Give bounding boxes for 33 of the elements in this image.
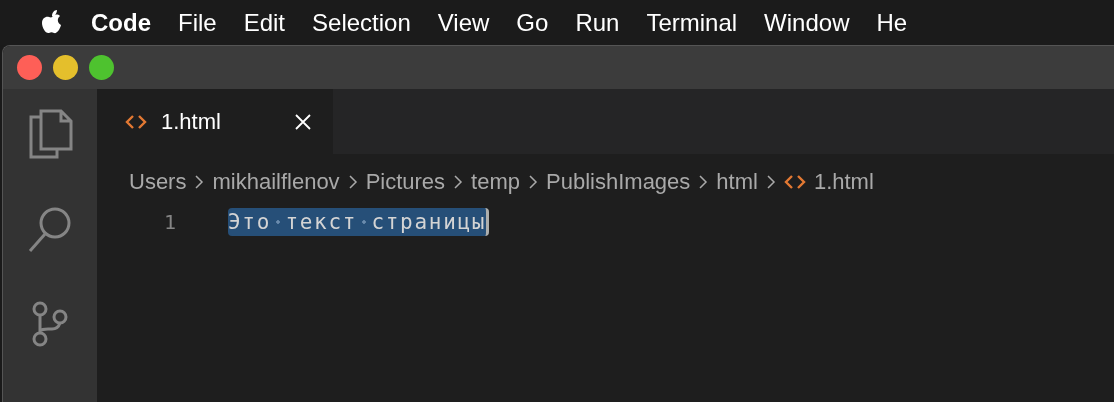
menu-item[interactable]: Terminal — [646, 8, 738, 37]
line-number: 1 — [162, 210, 176, 234]
minimize-window-button[interactable] — [53, 55, 78, 80]
menu-item[interactable]: View — [437, 8, 490, 37]
menu-item[interactable]: Selection — [312, 8, 411, 37]
breadcrumb-item[interactable]: html — [716, 169, 758, 195]
menu-item[interactable]: He — [876, 8, 908, 37]
breadcrumb-item[interactable]: mikhailflenov — [212, 169, 340, 195]
menu-item[interactable]: Run — [575, 8, 620, 37]
zoom-window-button[interactable] — [89, 55, 114, 80]
editor-tab[interactable]: 1.html — [97, 89, 333, 154]
chevron-icon — [194, 174, 205, 190]
breadcrumb-item[interactable]: temp — [471, 169, 521, 195]
chevron-icon — [347, 174, 358, 190]
code-brackets-icon — [125, 113, 147, 130]
breadcrumb-item[interactable]: Users — [129, 169, 187, 195]
menu-item[interactable]: Window — [764, 8, 850, 37]
chevron-icon — [528, 174, 539, 190]
search-icon[interactable] — [27, 205, 73, 255]
menu-item[interactable]: Go — [516, 8, 549, 37]
chevron-icon — [698, 174, 709, 190]
breadcrumb-item[interactable]: 1.html — [813, 169, 874, 195]
chevron-icon — [453, 174, 464, 190]
breadcrumb-item[interactable]: Pictures — [365, 169, 446, 195]
branch-icon[interactable] — [30, 301, 70, 347]
menu-item[interactable]: Edit — [243, 8, 286, 37]
app-menu[interactable]: Code — [91, 8, 151, 37]
menu-item[interactable]: File — [178, 8, 217, 37]
code-brackets-icon — [783, 174, 806, 190]
breadcrumb-item[interactable]: PublishImages — [546, 169, 691, 195]
files-icon[interactable] — [27, 109, 73, 159]
close-window-button[interactable] — [17, 55, 42, 80]
chevron-icon — [765, 174, 776, 190]
